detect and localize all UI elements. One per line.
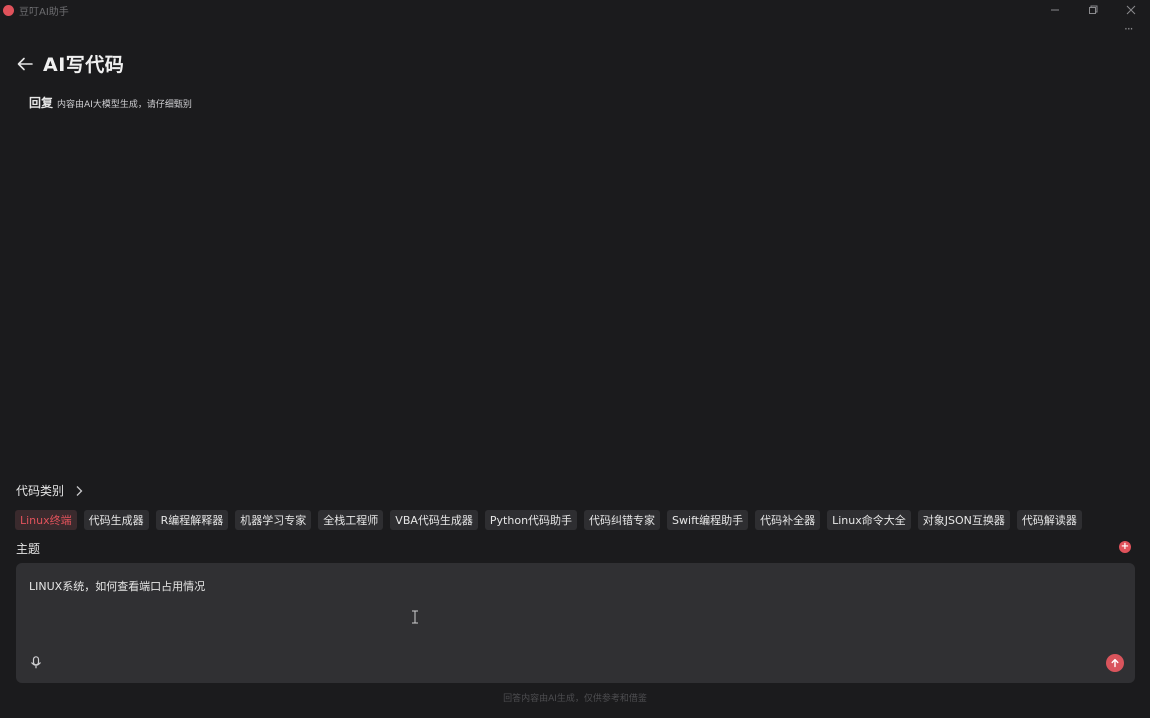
chip-r-interpreter[interactable]: R编程解释器 (155, 510, 229, 530)
chip-code-completer[interactable]: 代码补全器 (755, 510, 821, 530)
chevron-right-icon[interactable] (74, 485, 84, 497)
chip-json-converter[interactable]: 对象JSON互换器 (917, 510, 1010, 530)
minimize-button[interactable] (1036, 0, 1074, 20)
restore-icon (1089, 5, 1098, 14)
prompt-input-box[interactable]: LINUX系统，如何查看端口占用情况 (16, 563, 1135, 683)
chip-code-debugger[interactable]: 代码纠错专家 (584, 510, 661, 530)
page-title: AI写代码 (43, 54, 125, 76)
window-controls (1036, 0, 1150, 20)
category-chips: Linux终端 代码生成器 R编程解释器 机器学习专家 全栈工程师 VBA代码生… (15, 510, 1082, 530)
reply-section: 回复 内容由AI大模型生成，请仔细甄别 (29, 94, 192, 111)
reply-disclaimer: 内容由AI大模型生成，请仔细甄别 (57, 100, 192, 110)
chip-python-assistant[interactable]: Python代码助手 (484, 510, 578, 530)
footer-disclaimer: 回答内容由AI生成，仅供参考和借鉴 (503, 694, 647, 704)
back-arrow-icon[interactable] (16, 55, 34, 73)
close-icon (1126, 5, 1136, 15)
app-title: 豆叮AI助手 (19, 6, 69, 18)
app-logo-icon (3, 4, 14, 16)
text-cursor-icon (412, 610, 418, 624)
restore-button[interactable] (1074, 0, 1112, 20)
close-button[interactable] (1112, 0, 1150, 20)
category-title: 代码类别 (16, 484, 65, 498)
chip-vba-generator[interactable]: VBA代码生成器 (390, 510, 478, 530)
app-window: 豆叮AI助手 ··· AI写代码 回复 内容由AI大模型生成，请仔细甄别 代码类… (0, 0, 1150, 718)
title-bar: 豆叮AI助手 (0, 0, 1150, 20)
reply-label: 回复 (29, 96, 54, 110)
chip-swift-assistant[interactable]: Swift编程助手 (667, 510, 749, 530)
chip-linux-terminal[interactable]: Linux终端 (15, 510, 77, 530)
arrow-up-icon (1111, 658, 1119, 668)
minimize-icon (1051, 9, 1059, 11)
chip-linux-commands[interactable]: Linux命令大全 (827, 510, 911, 530)
chip-fullstack-engineer[interactable]: 全栈工程师 (318, 510, 384, 530)
add-topic-icon[interactable]: + (1119, 541, 1131, 553)
send-button[interactable] (1106, 654, 1124, 672)
more-options-icon[interactable]: ··· (1124, 23, 1138, 36)
microphone-icon[interactable] (30, 656, 42, 669)
chip-code-explainer[interactable]: 代码解读器 (1016, 510, 1082, 530)
topic-label: 主题 (16, 542, 41, 556)
chip-ml-expert[interactable]: 机器学习专家 (235, 510, 312, 530)
prompt-input[interactable]: LINUX系统，如何查看端口占用情况 (29, 578, 205, 594)
chip-code-generator[interactable]: 代码生成器 (83, 510, 149, 530)
category-header[interactable]: 代码类别 (16, 482, 84, 499)
page-header: AI写代码 (16, 50, 124, 77)
